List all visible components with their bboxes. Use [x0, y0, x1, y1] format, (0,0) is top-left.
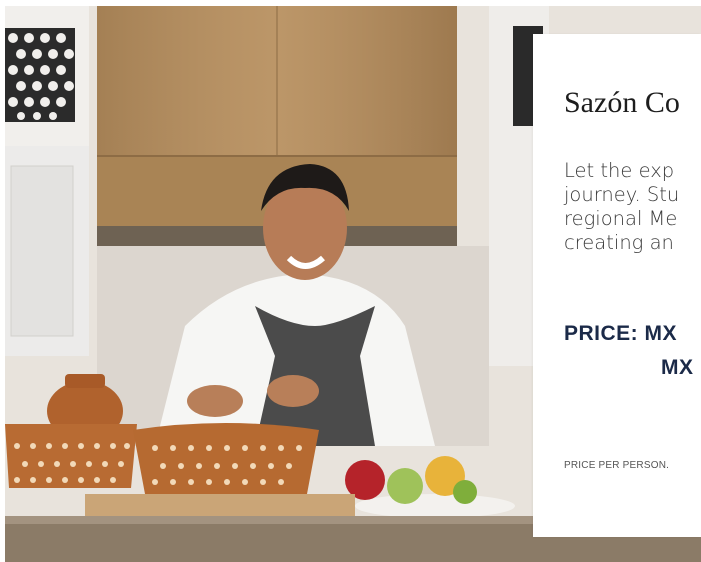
price-label-secondary: MX [661, 356, 694, 379]
description-line: regional Me [564, 207, 678, 230]
info-card: Sazón Co Let the exp journey. Stu region… [533, 34, 701, 537]
description-line: journey. Stu [564, 183, 680, 206]
price-note: PRICE PER PERSON. [564, 460, 670, 471]
card-description: Let the exp journey. Stu regional Me cre… [564, 159, 701, 255]
card-title: Sazón Co [564, 86, 680, 119]
price-label: PRICE: MX [564, 322, 678, 345]
description-line: creating an [564, 231, 674, 254]
description-line: Let the exp [564, 159, 675, 182]
